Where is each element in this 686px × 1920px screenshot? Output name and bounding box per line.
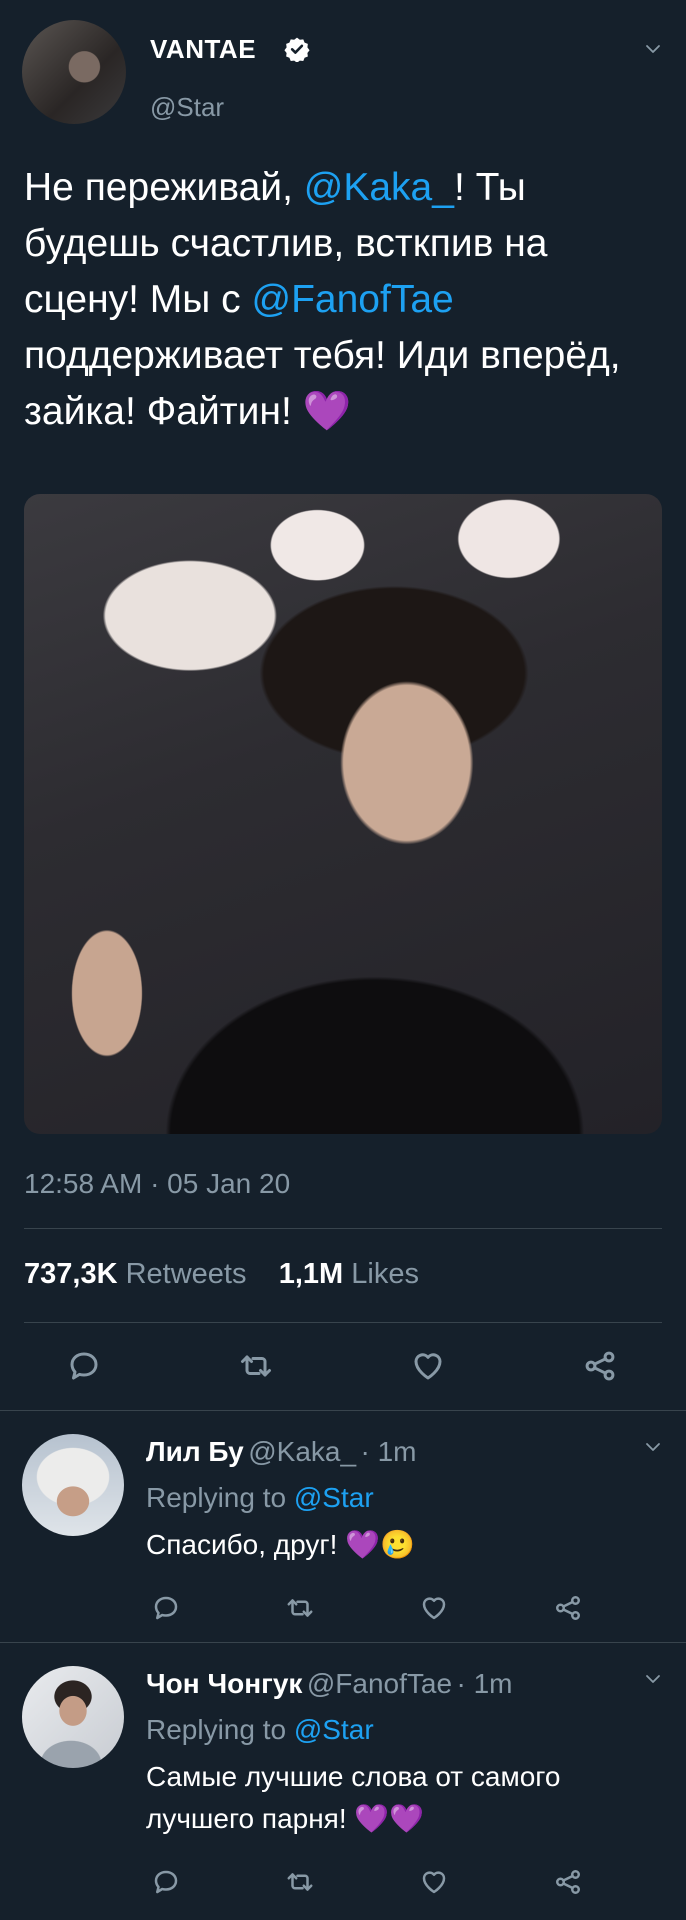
retweet-icon[interactable]	[280, 1862, 320, 1902]
author-avatar[interactable]	[22, 20, 126, 124]
author-display-name[interactable]: VANTAE	[150, 34, 256, 65]
mention-link[interactable]: @Kaka_	[304, 166, 454, 209]
tweet-timestamp[interactable]: 12:58 AM · 05 Jan 20	[24, 1168, 290, 1200]
reply-display-name[interactable]: Чон Чонгук	[146, 1668, 302, 1699]
reply-handle[interactable]: @FanofTae	[307, 1668, 452, 1699]
replying-to-line: Replying to @Star	[146, 1714, 374, 1746]
replying-to-mention[interactable]: @Star	[294, 1482, 374, 1513]
heart-icon[interactable]	[408, 1346, 448, 1386]
chevron-down-icon[interactable]	[644, 1670, 662, 1688]
tweet-text: Не переживай, @Kaka_! Ты будешь счастлив…	[24, 160, 664, 440]
reply-time: · 1m	[360, 1436, 417, 1467]
author-handle[interactable]: @Star	[150, 92, 224, 123]
reply-avatar[interactable]	[22, 1666, 124, 1768]
divider	[0, 1410, 686, 1411]
divider	[0, 1642, 686, 1643]
reply-display-name[interactable]: Лил Бу	[146, 1436, 244, 1467]
reply-text: Самые лучшие слова от самого лучшего пар…	[146, 1761, 561, 1834]
replying-to-label: Replying to	[146, 1714, 287, 1745]
heart-icon[interactable]	[414, 1588, 454, 1628]
tweet-text-part: Не переживай,	[24, 166, 304, 209]
mention-link[interactable]: @FanofTae	[252, 278, 454, 321]
share-icon[interactable]	[548, 1588, 588, 1628]
tweet-action-bar	[0, 1346, 686, 1386]
reply-handle[interactable]: @Kaka_	[248, 1436, 356, 1467]
verified-badge-icon	[284, 36, 310, 63]
share-icon[interactable]	[580, 1346, 620, 1386]
reply-text: Спасибо, друг! 💜🥲	[146, 1529, 415, 1560]
divider	[24, 1322, 662, 1323]
reply-icon[interactable]	[64, 1346, 104, 1386]
divider	[24, 1228, 662, 1229]
reply-avatar[interactable]	[22, 1434, 124, 1536]
engagement-stats: 737,3K Retweets 1,1M Likes	[24, 1258, 419, 1291]
reply-action-bar	[0, 1588, 686, 1622]
share-icon[interactable]	[548, 1862, 588, 1902]
retweet-icon[interactable]	[236, 1346, 276, 1386]
reply-header: Лил Бу @Kaka_ · 1m	[146, 1436, 417, 1468]
reply-icon[interactable]	[146, 1862, 186, 1902]
tweet-photo[interactable]	[24, 494, 662, 1134]
retweet-icon[interactable]	[280, 1588, 320, 1628]
retweets-count[interactable]: 737,3K	[24, 1258, 118, 1290]
reply-time: · 1m	[456, 1668, 513, 1699]
tweet-text-part: поддерживает тебя! Иди вперёд, зайка! Фа…	[24, 334, 621, 433]
retweets-label[interactable]: Retweets	[126, 1258, 247, 1290]
heart-icon[interactable]	[414, 1862, 454, 1902]
replying-to-label: Replying to	[146, 1482, 287, 1513]
likes-count[interactable]: 1,1M	[279, 1258, 343, 1290]
reply-action-bar	[0, 1862, 686, 1896]
reply-header: Чон Чонгук @FanofTae · 1m	[146, 1668, 512, 1700]
replying-to-line: Replying to @Star	[146, 1482, 374, 1514]
chevron-down-icon[interactable]	[644, 40, 662, 58]
reply-icon[interactable]	[146, 1588, 186, 1628]
chevron-down-icon[interactable]	[644, 1438, 662, 1456]
likes-label[interactable]: Likes	[351, 1258, 419, 1290]
replying-to-mention[interactable]: @Star	[294, 1714, 374, 1745]
